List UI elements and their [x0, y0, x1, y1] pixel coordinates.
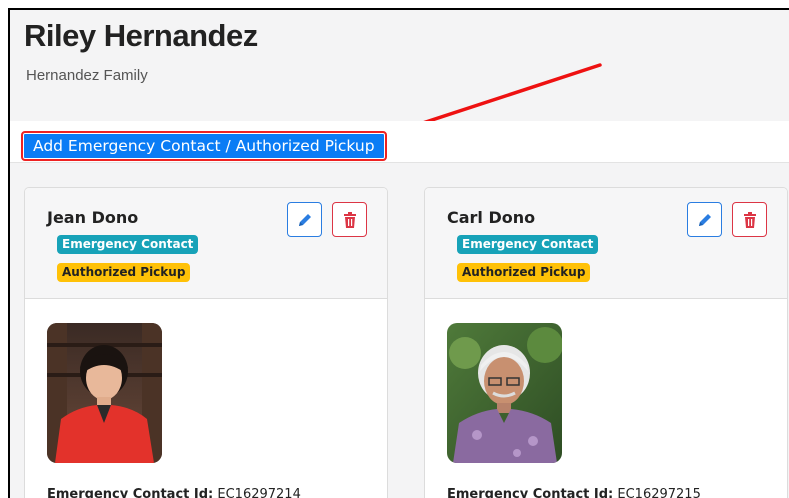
add-emergency-contact-button[interactable]: Add Emergency Contact / Authorized Picku… [21, 131, 387, 161]
pencil-icon [698, 213, 711, 226]
contact-id-value: EC16297215 [617, 487, 701, 498]
toolbar: Add Emergency Contact / Authorized Picku… [10, 121, 789, 163]
contact-photo [47, 323, 162, 463]
contact-card-header: Carl Dono Emergency Contact Authorized P… [425, 188, 787, 299]
trash-icon [743, 211, 756, 228]
contact-photo [447, 323, 562, 463]
contact-id-value: EC16297214 [217, 487, 301, 498]
authorized-pickup-badge: Authorized Pickup [457, 263, 591, 282]
contact-id-label: Emergency Contact Id: [47, 487, 214, 498]
app-frame: Riley Hernandez Hernandez Family Add Eme… [8, 8, 789, 498]
contact-id-line: Emergency Contact Id: EC16297214 [47, 487, 301, 498]
emergency-contact-badge: Emergency Contact [457, 235, 599, 254]
contact-name: Carl Dono [447, 208, 536, 227]
contact-card: Jean Dono Emergency Contact Authorized P… [24, 187, 388, 498]
page-title: Riley Hernandez [24, 18, 258, 53]
contact-name: Jean Dono [47, 208, 139, 227]
contact-id-line: Emergency Contact Id: EC16297215 [447, 487, 701, 498]
authorized-pickup-badge: Authorized Pickup [57, 263, 191, 282]
contact-id-label: Emergency Contact Id: [447, 487, 614, 498]
delete-contact-button[interactable] [732, 202, 767, 237]
pencil-icon [298, 213, 311, 226]
contact-card-header: Jean Dono Emergency Contact Authorized P… [25, 188, 387, 299]
edit-contact-button[interactable] [687, 202, 722, 237]
trash-icon [343, 211, 356, 228]
emergency-contact-badge: Emergency Contact [57, 235, 199, 254]
edit-contact-button[interactable] [287, 202, 322, 237]
contact-card: Carl Dono Emergency Contact Authorized P… [424, 187, 788, 498]
delete-contact-button[interactable] [332, 202, 367, 237]
family-name: Hernandez Family [26, 67, 148, 84]
